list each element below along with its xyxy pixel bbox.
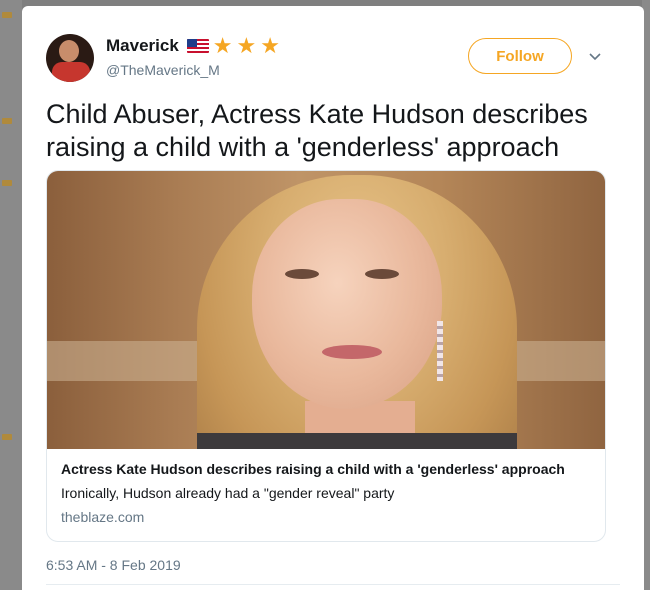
tweet-timestamp[interactable]: 6:53 AM - 8 Feb 2019 <box>46 557 181 573</box>
avatar[interactable] <box>46 34 94 82</box>
tweet-card: Maverick ★ ★ ★ @TheMaverick_M Follow Chi… <box>22 6 644 590</box>
link-preview-domain: theblaze.com <box>61 509 145 525</box>
link-preview-image <box>47 171 605 449</box>
chevron-down-icon[interactable] <box>589 50 601 62</box>
background-page <box>0 0 22 590</box>
link-preview-card[interactable]: Actress Kate Hudson describes raising a … <box>46 170 606 542</box>
author-name-row: Maverick ★ ★ ★ <box>106 33 280 58</box>
link-preview-title: Actress Kate Hudson describes raising a … <box>61 461 565 477</box>
link-preview-description: Ironically, Hudson already had a "gender… <box>61 485 395 501</box>
star-icon: ★ <box>212 33 233 58</box>
star-icon: ★ <box>260 33 280 58</box>
divider <box>46 584 620 585</box>
author-handle[interactable]: @TheMaverick_M <box>106 62 220 78</box>
tweet-text: Child Abuser, Actress Kate Hudson descri… <box>46 99 588 162</box>
author-name[interactable]: Maverick <box>106 36 179 56</box>
avatar-face <box>59 40 79 62</box>
star-icon: ★ <box>236 33 257 58</box>
avatar-shirt <box>52 62 90 82</box>
us-flag-icon <box>186 39 209 53</box>
follow-button[interactable]: Follow <box>468 38 572 74</box>
